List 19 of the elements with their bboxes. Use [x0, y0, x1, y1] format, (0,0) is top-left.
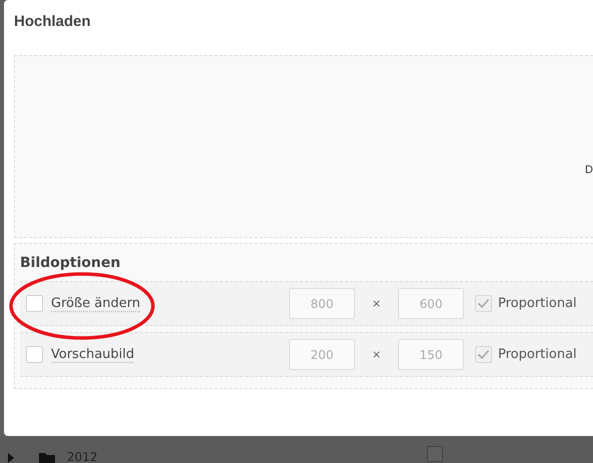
dialog-title: Hochladen	[14, 13, 91, 32]
check-icon	[477, 298, 490, 309]
height-field[interactable]: 600	[398, 288, 464, 319]
checkbox[interactable]	[427, 446, 443, 462]
times-sign: ×	[370, 297, 382, 310]
option-label: Größe ändern	[51, 296, 142, 311]
option-label: Vorschaubild	[51, 347, 136, 362]
width-field[interactable]: 800	[289, 288, 355, 319]
triangle-icon[interactable]	[8, 453, 14, 463]
folder-icon	[39, 452, 55, 463]
proportional-label: Proportional	[498, 347, 577, 362]
times-sign: ×	[370, 348, 382, 361]
proportional-label: Proportional	[498, 296, 577, 311]
dropzone-text: D	[585, 164, 593, 176]
height-field[interactable]: 150	[398, 339, 464, 370]
dropzone[interactable]: D	[14, 55, 593, 238]
check-icon	[477, 349, 490, 360]
section-title: Bildoptionen	[20, 255, 120, 271]
width-field[interactable]: 200	[289, 339, 355, 370]
